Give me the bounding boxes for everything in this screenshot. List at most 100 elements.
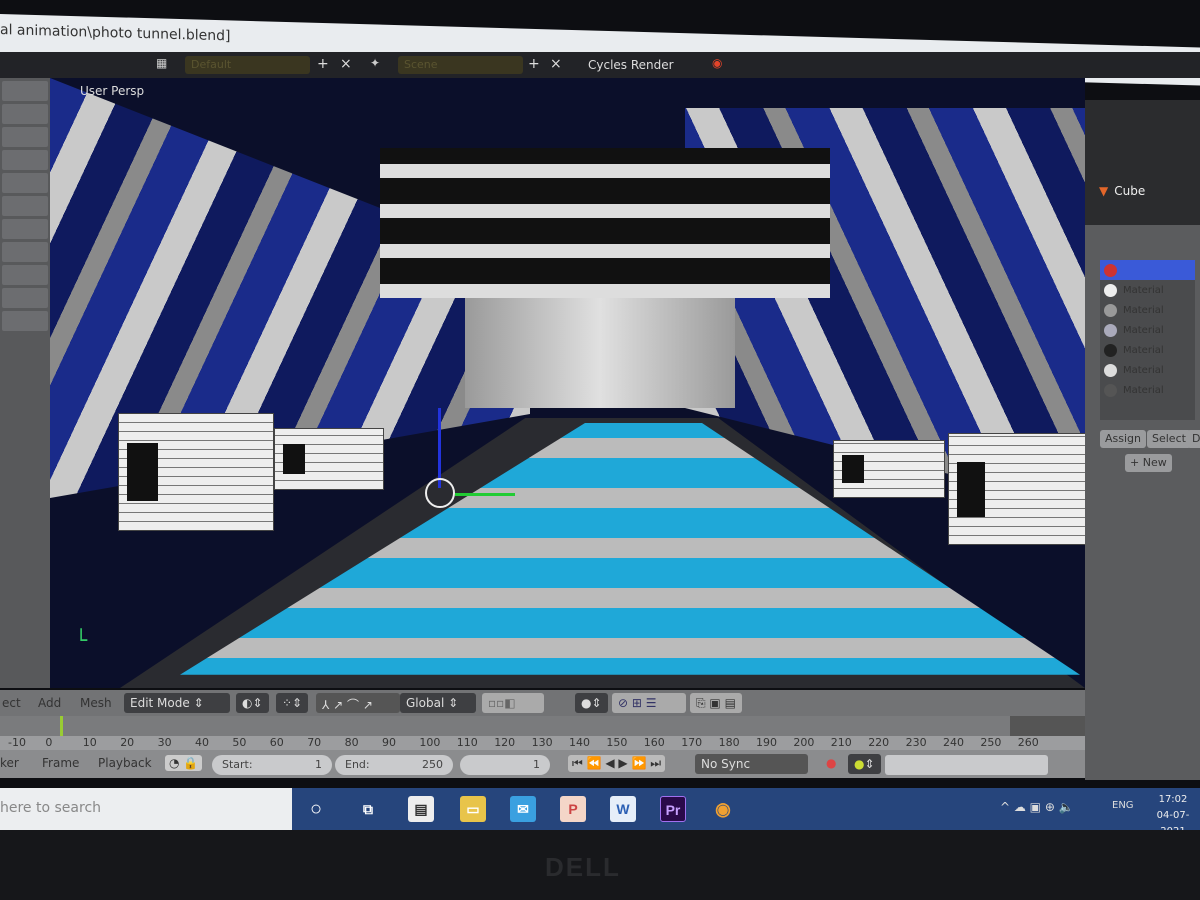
frame-tick: 120 <box>494 736 516 749</box>
material-slot[interactable]: Material <box>1100 380 1195 400</box>
taskbar-search[interactable]: here to search <box>0 788 292 830</box>
add-layout-button[interactable]: + <box>317 56 329 72</box>
frame-tick: 220 <box>868 736 890 749</box>
cube-object[interactable] <box>833 440 945 498</box>
3d-cursor[interactable] <box>425 478 455 508</box>
end-frame-field[interactable]: End: 250 <box>335 755 453 775</box>
tray-icons[interactable]: ^ ☁ ▣ ⊕ 🔈 <box>1000 800 1074 814</box>
orientation-select[interactable]: Global ⇕ <box>400 693 476 713</box>
frame-ruler[interactable]: -10 0 10 20 30 40 50 60 70 80 90 100 110 120 130 140 150… <box>0 736 1085 750</box>
frame-tick: 0 <box>45 736 53 749</box>
render-buttons[interactable]: ⎘ ▣ ▤ <box>690 693 742 713</box>
axis-orientation-icon: └ <box>75 628 88 652</box>
menu-marker[interactable]: ker <box>0 756 19 770</box>
blender-taskbar-icon[interactable]: ◉ <box>710 796 736 822</box>
select-button[interactable]: Select <box>1147 430 1191 448</box>
keying-set-field[interactable] <box>885 755 1048 775</box>
remove-scene-button[interactable]: × <box>550 56 562 72</box>
outliner: ▼ Cube <box>1085 100 1200 225</box>
record-icon[interactable]: ● <box>826 756 836 770</box>
cube-object[interactable] <box>948 433 1085 545</box>
object-name: Cube <box>1114 184 1146 198</box>
mesh-icon: ▼ <box>1099 184 1109 198</box>
material-icon <box>1104 263 1117 277</box>
material-icon <box>1104 363 1117 377</box>
frame-tick: 30 <box>157 736 172 749</box>
material-slot[interactable]: Material <box>1100 360 1195 380</box>
frame-tick: 100 <box>419 736 441 749</box>
tunnel-ceiling <box>380 148 830 298</box>
view-label: User Persp <box>80 84 145 98</box>
material-slot[interactable]: Material <box>1100 320 1195 340</box>
menu-add[interactable]: Add <box>38 696 61 710</box>
frame-tick: 150 <box>606 736 628 749</box>
snap-buttons[interactable]: ⊘ ⊞ ☰ <box>612 693 686 713</box>
outliner-item-cube[interactable]: ▼ Cube <box>1099 184 1145 198</box>
powerpoint-icon[interactable]: P <box>560 796 586 822</box>
frame-tick: 250 <box>980 736 1002 749</box>
assign-button[interactable]: Assign <box>1100 430 1146 448</box>
frame-tick: 80 <box>344 736 359 749</box>
mode-select[interactable]: Edit Mode ⇕ <box>124 693 230 713</box>
material-icon <box>1104 283 1117 297</box>
mail-icon[interactable]: ✉ <box>510 796 536 822</box>
material-slot[interactable] <box>1100 260 1195 280</box>
start-value: 1 <box>315 758 322 771</box>
end-range <box>1010 716 1085 736</box>
task-view-icon[interactable]: ⧉ <box>355 796 381 822</box>
y-axis-gizmo[interactable] <box>455 493 515 496</box>
cube-object[interactable] <box>118 413 274 531</box>
realtime-icon[interactable]: ◔ 🔒 <box>165 755 203 771</box>
deselect-button[interactable]: De <box>1187 430 1200 448</box>
material-slot[interactable]: Material <box>1100 300 1195 320</box>
material-slot[interactable]: Material <box>1100 340 1195 360</box>
file-explorer-icon[interactable]: ▭ <box>460 796 486 822</box>
tool-shelf <box>0 78 50 688</box>
store-icon[interactable]: ▤ <box>408 796 434 822</box>
shading-select[interactable]: ◐⇕ <box>236 693 269 713</box>
menu-playback[interactable]: Playback <box>98 756 152 770</box>
frame-tick: 180 <box>718 736 740 749</box>
sync-select[interactable]: No Sync <box>695 754 808 774</box>
menu-frame[interactable]: Frame <box>42 756 79 770</box>
z-axis-gizmo[interactable] <box>438 408 441 488</box>
material-icon <box>1104 303 1117 317</box>
render-engine-select[interactable]: Cycles Render <box>588 58 674 72</box>
remove-layout-button[interactable]: × <box>340 56 352 72</box>
material-slot[interactable]: Material <box>1100 280 1195 300</box>
tunnel-back <box>465 298 735 408</box>
frame-tick: 130 <box>531 736 553 749</box>
timeline-area[interactable] <box>0 716 1085 736</box>
premiere-icon[interactable]: Pr <box>660 796 686 822</box>
layer-buttons[interactable]: ▫▫◧ <box>482 693 544 713</box>
current-frame-field[interactable]: 1 <box>460 755 550 775</box>
pivot-select[interactable]: ⁘⇕ <box>276 693 309 713</box>
time: 17:02 <box>1158 794 1188 805</box>
scene-field[interactable]: Scene <box>398 56 523 74</box>
material-name: Material <box>1123 344 1164 356</box>
layout-field[interactable]: Default <box>185 56 310 74</box>
playback-controls[interactable]: ⏮ ⏪ ◀ ▶ ⏩ ⏭ <box>568 755 666 772</box>
proportional-edit-select[interactable]: ●⇕ <box>575 693 608 713</box>
word-icon[interactable]: W <box>610 796 636 822</box>
menu-select[interactable]: ect <box>2 696 21 710</box>
material-icon <box>1104 323 1117 337</box>
frame-tick: 110 <box>456 736 478 749</box>
3d-viewport[interactable]: User Persp └ <box>50 78 1085 688</box>
manipulator-buttons[interactable]: ⅄ ↗ ⌒ ↗ <box>316 693 400 713</box>
keying-select[interactable]: ●⇕ <box>848 754 881 774</box>
new-material-button[interactable]: + New <box>1125 454 1172 472</box>
cube-object[interactable] <box>274 428 384 490</box>
start-frame-field[interactable]: Start: 1 <box>212 755 332 775</box>
frame-tick: 140 <box>569 736 590 749</box>
cortana-icon[interactable]: ○ <box>303 796 329 822</box>
language-indicator[interactable]: ENG <box>1112 800 1134 811</box>
layout-icon[interactable]: ▦ <box>156 56 167 70</box>
3d-view-header: ect Add Mesh Edit Mode ⇕ ◐⇕ ⁘⇕ ⅄ ↗ ⌒ ↗ G… <box>0 690 1085 716</box>
add-scene-button[interactable]: + <box>528 56 540 72</box>
material-slots: Material Material Material Material Mate… <box>1100 260 1195 420</box>
frame-tick: 70 <box>307 736 322 749</box>
end-value: 250 <box>422 758 443 771</box>
menu-mesh[interactable]: Mesh <box>80 696 112 710</box>
playhead[interactable] <box>60 716 63 736</box>
